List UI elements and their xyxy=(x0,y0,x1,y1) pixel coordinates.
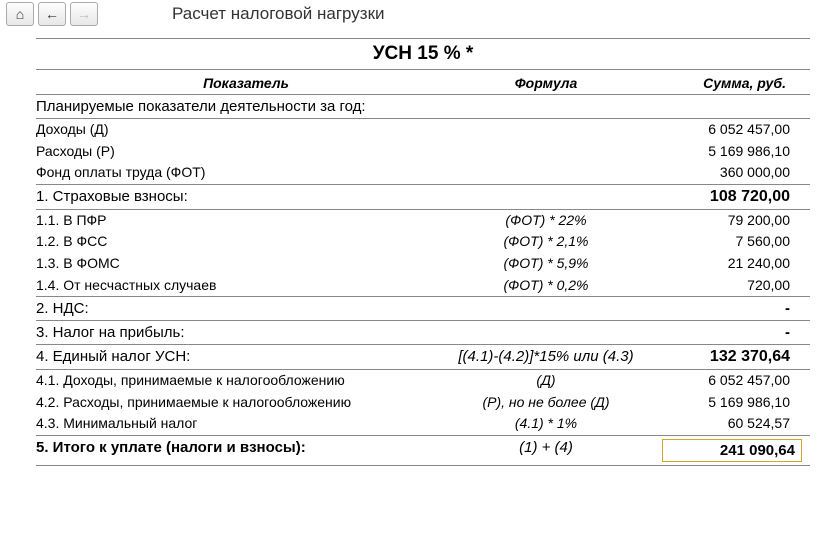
section-label: 2. НДС: xyxy=(36,300,456,317)
row-min-tax: 4.3. Минимальный налог (4.1) * 1% 60 524… xyxy=(36,413,810,435)
back-icon: ← xyxy=(45,6,59,22)
row-income-tax: 4.1. Доходы, принимаемые к налогообложен… xyxy=(36,370,810,392)
section-value-total: 241 090,64 xyxy=(636,439,810,462)
row-foms: 1.3. В ФОМС (ФОТ) * 5,9% 21 240,00 xyxy=(36,253,810,275)
toolbar: ⌂ ← → Расчет налоговой нагрузки xyxy=(0,0,834,28)
row-label: 4.2. Расходы, принимаемые к налогообложе… xyxy=(36,393,456,413)
row-formula: (Д) xyxy=(456,371,636,391)
row-label: 1.3. В ФОМС xyxy=(36,254,456,274)
row-formula xyxy=(456,120,636,140)
header-indicator: Показатель xyxy=(36,75,456,91)
total-highlighted: 241 090,64 xyxy=(662,439,802,462)
row-pfr: 1.1. В ПФР (ФОТ) * 22% 79 200,00 xyxy=(36,210,810,232)
section-label: 3. Налог на прибыль: xyxy=(36,324,456,341)
section-label: 1. Страховые взносы: xyxy=(36,188,456,206)
section-3-header: 3. Налог на прибыль: - xyxy=(36,321,810,345)
row-formula xyxy=(456,142,636,162)
row-expense-tax: 4.2. Расходы, принимаемые к налогообложе… xyxy=(36,392,810,414)
row-value: 21 240,00 xyxy=(636,254,810,274)
row-formula: (ФОТ) * 2,1% xyxy=(456,232,636,252)
section-value: 132 370,64 xyxy=(636,348,810,366)
section-2-header: 2. НДС: - xyxy=(36,296,810,321)
row-formula: (4.1) * 1% xyxy=(456,414,636,434)
row-label: 4.1. Доходы, принимаемые к налогообложен… xyxy=(36,371,456,391)
row-value: 79 200,00 xyxy=(636,211,810,231)
row-value: 7 560,00 xyxy=(636,232,810,252)
forward-icon: → xyxy=(77,6,91,22)
row-label: 1.4. От несчастных случаев xyxy=(36,276,456,296)
row-label: Расходы (Р) xyxy=(36,142,456,162)
section-1-header: 1. Страховые взносы: 108 720,00 xyxy=(36,184,810,210)
row-formula: (ФОТ) * 22% xyxy=(456,211,636,231)
header-formula: Формула xyxy=(456,75,636,91)
section-5-header: 5. Итого к уплате (налоги и взносы): (1)… xyxy=(36,435,810,466)
row-label: 4.3. Минимальный налог xyxy=(36,414,456,434)
row-value: 6 052 457,00 xyxy=(636,120,810,140)
row-value: 5 169 986,10 xyxy=(636,142,810,162)
row-accidents: 1.4. От несчастных случаев (ФОТ) * 0,2% … xyxy=(36,275,810,297)
home-button[interactable]: ⌂ xyxy=(6,2,34,26)
section-value: - xyxy=(636,300,810,317)
row-formula: (Р), но не более (Д) xyxy=(456,393,636,413)
section-label: 4. Единый налог УСН: xyxy=(36,348,456,366)
home-icon: ⌂ xyxy=(16,6,24,22)
row-value: 360 000,00 xyxy=(636,163,810,183)
forward-button[interactable]: → xyxy=(70,2,98,26)
planned-section-header: Планируемые показатели деятельности за г… xyxy=(36,94,810,119)
row-fot: Фонд оплаты труда (ФОТ) 360 000,00 xyxy=(36,162,810,184)
section-label: 5. Итого к уплате (налоги и взносы): xyxy=(36,439,456,462)
row-label: Фонд оплаты труда (ФОТ) xyxy=(36,163,456,183)
row-value: 6 052 457,00 xyxy=(636,371,810,391)
row-formula: (ФОТ) * 0,2% xyxy=(456,276,636,296)
section-4-header: 4. Единый налог УСН: [(4.1)-(4.2)]*15% и… xyxy=(36,345,810,370)
row-label: 1.1. В ПФР xyxy=(36,211,456,231)
back-button[interactable]: ← xyxy=(38,2,66,26)
row-value: 5 169 986,10 xyxy=(636,393,810,413)
column-headers: Показатель Формула Сумма, руб. xyxy=(36,72,810,94)
row-label: 1.2. В ФСС xyxy=(36,232,456,252)
header-sum: Сумма, руб. xyxy=(636,75,810,91)
row-fss: 1.2. В ФСС (ФОТ) * 2,1% 7 560,00 xyxy=(36,231,810,253)
row-value: 60 524,57 xyxy=(636,414,810,434)
row-expenses: Расходы (Р) 5 169 986,10 xyxy=(36,141,810,163)
row-value: 720,00 xyxy=(636,276,810,296)
row-income: Доходы (Д) 6 052 457,00 xyxy=(36,119,810,141)
main-title: УСН 15 % * xyxy=(36,38,810,70)
row-formula xyxy=(456,163,636,183)
section-value: - xyxy=(636,324,810,341)
section-formula: (1) + (4) xyxy=(456,439,636,462)
page-title: Расчет налоговой нагрузки xyxy=(172,4,385,24)
row-formula: (ФОТ) * 5,9% xyxy=(456,254,636,274)
section-formula: [(4.1)-(4.2)]*15% или (4.3) xyxy=(456,348,636,366)
row-label: Доходы (Д) xyxy=(36,120,456,140)
planned-section-label: Планируемые показатели деятельности за г… xyxy=(36,98,456,115)
section-value: 108 720,00 xyxy=(636,188,810,206)
content-area: УСН 15 % * Показатель Формула Сумма, руб… xyxy=(0,28,834,466)
